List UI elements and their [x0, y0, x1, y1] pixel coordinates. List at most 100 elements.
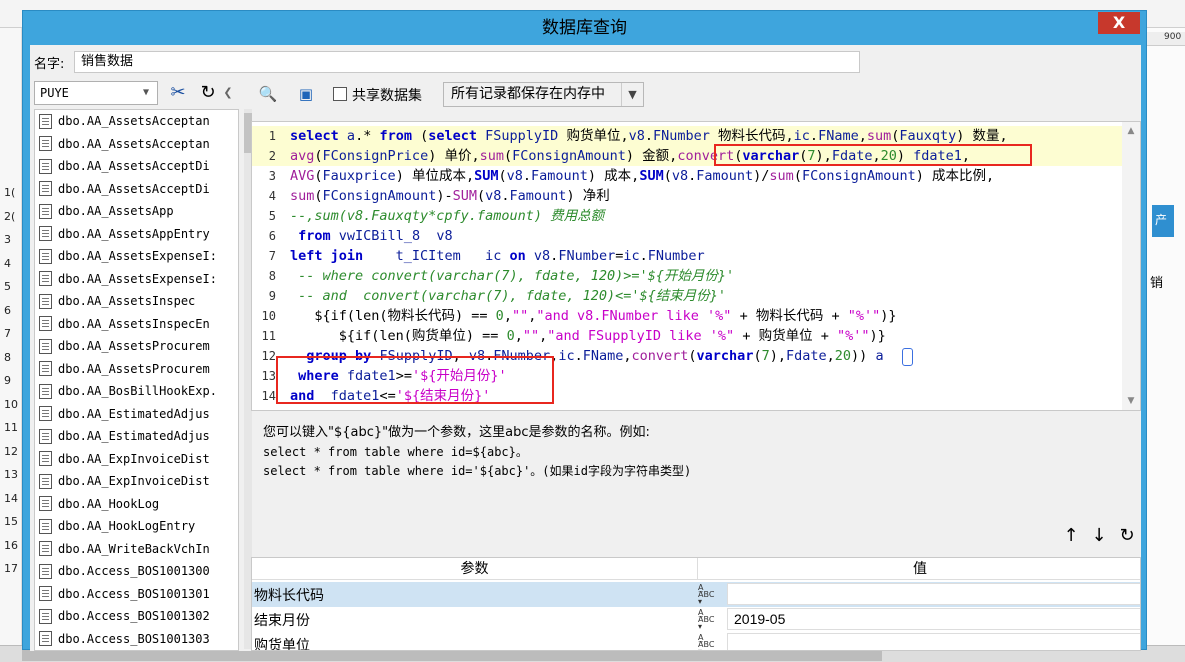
table-list-item[interactable]: dbo.AA_AssetsAppEntry: [35, 223, 238, 246]
memory-mode-value: 所有记录都保存在内存中: [451, 86, 605, 102]
code-line: 3 AVG(Fauxprice) 单位成本,SUM(v8.Famount) 成本,…: [268, 168, 995, 184]
table-list-item[interactable]: dbo.AA_BosBillHookExp.: [35, 380, 238, 403]
row-number: 13: [4, 468, 18, 481]
preview-icon[interactable]: 🔍: [257, 83, 279, 105]
help-example: select * from table where id=${abc}。: [263, 445, 528, 459]
code-line: 10 ${if(len(物料长代码) == 0,"","and v8.FNumb…: [261, 308, 897, 324]
table-name: dbo.AA_HookLogEntry: [58, 519, 196, 534]
table-list-item[interactable]: dbo.AA_AssetsProcurem: [35, 335, 238, 358]
collapse-icon[interactable]: ❮: [222, 81, 234, 105]
text-type-icon[interactable]: A̲ABC▾: [698, 634, 724, 651]
table-list-item[interactable]: dbo.AA_AssetsInspec: [35, 290, 238, 313]
table-list-item[interactable]: dbo.AA_EstimatedAdjus: [35, 425, 238, 448]
table-icon: [39, 518, 52, 534]
table-icon: [39, 631, 52, 647]
table-list-item[interactable]: dbo.Access_BOS1001300: [35, 560, 238, 583]
scroll-up-icon[interactable]: ▲: [1122, 122, 1140, 140]
table-list-item[interactable]: dbo.AA_AssetsExpenseI:: [35, 268, 238, 291]
database-select[interactable]: PUYE ▼: [34, 81, 158, 105]
name-label: 名字:: [34, 57, 65, 72]
value-column-header: 值: [913, 561, 927, 577]
background-ruler: 900: [1146, 32, 1185, 46]
table-list-item[interactable]: dbo.AA_AssetsAcceptan: [35, 110, 238, 133]
parameter-row[interactable]: 物料长代码 A̲ ABC ▾: [252, 582, 1140, 607]
table-icon: [39, 316, 52, 332]
table-icon: [39, 496, 52, 512]
help-text: 您可以键入"${abc}"做为一个参数，这里abc是参数的名称。例如: sele…: [263, 423, 1123, 481]
table-icon: [39, 428, 52, 444]
chevron-down-icon[interactable]: ▼: [621, 83, 643, 106]
database-query-dialog: 数据库查询 X 名字: 销售数据 PUYE ▼ ✂ ↻ ❮ dbo.AA_Ass…: [22, 10, 1147, 651]
table-list-item[interactable]: dbo.AA_AssetsAcceptan: [35, 133, 238, 156]
background-sheet-area: [1146, 28, 1185, 662]
table-icon: [39, 203, 52, 219]
help-example: select * from table where id='${abc}'。(如…: [263, 464, 692, 478]
tools-icon[interactable]: ✂: [166, 81, 190, 105]
table-list-item[interactable]: dbo.AA_ExpInvoiceDist: [35, 448, 238, 471]
table-list-item[interactable]: dbo.AA_AssetsApp: [35, 200, 238, 223]
table-list-item[interactable]: dbo.AA_AssetsAcceptDi: [35, 178, 238, 201]
table-icon: [39, 608, 52, 624]
table-list-item[interactable]: dbo.AA_AssetsExpenseI:: [35, 245, 238, 268]
text-type-icon[interactable]: A̲ABC▾: [698, 609, 724, 631]
table-name: dbo.Access_BOS1001300: [58, 564, 210, 579]
background-side-text: 销: [1150, 276, 1164, 291]
name-input[interactable]: 销售数据: [74, 51, 860, 73]
close-button[interactable]: X: [1098, 12, 1140, 34]
parameter-value-input[interactable]: [727, 583, 1140, 605]
table-list-item[interactable]: dbo.AA_ExpInvoiceDist: [35, 470, 238, 493]
table-name: dbo.AA_AssetsAcceptDi: [58, 159, 210, 174]
arrow-down-icon[interactable]: ↓: [1085, 525, 1113, 546]
table-list-item[interactable]: dbo.Access_BOS1001301: [35, 583, 238, 606]
table-name: dbo.AA_HookLog: [58, 496, 160, 511]
table-name: dbo.AA_WriteBackVchIn: [58, 541, 210, 556]
background-blue-tab[interactable]: 产: [1152, 205, 1174, 237]
chevron-down-icon[interactable]: ▼: [137, 84, 155, 102]
row-number: 4: [4, 256, 11, 270]
table-list[interactable]: dbo.AA_AssetsAcceptan dbo.AA_AssetsAccept…: [34, 109, 239, 651]
parameter-value-input[interactable]: [727, 633, 1140, 650]
dialog-title: 数据库查询: [542, 18, 627, 38]
row-number: 11: [4, 421, 18, 434]
table-icon: [39, 226, 52, 242]
memory-mode-select[interactable]: 所有记录都保存在内存中 ▼: [443, 82, 644, 107]
table-name: dbo.AA_AssetsAcceptan: [58, 114, 210, 129]
parameter-name: 结束月份: [254, 613, 310, 629]
table-list-item[interactable]: dbo.AA_HookLogEntry: [35, 515, 238, 538]
arrow-up-icon[interactable]: ↑: [1057, 525, 1085, 546]
param-order-controls: ↑ ↓ ↻: [1057, 525, 1147, 549]
row-number: 5: [4, 280, 11, 293]
background-row-header: 1(2(3 4 5 6 7 8 9 10 11 12 13 14 15 16 17: [0, 28, 22, 662]
row-number: 1(: [4, 186, 16, 199]
table-icon: [39, 248, 52, 264]
table-name: dbo.AA_AssetsProcurem: [58, 339, 210, 354]
table-list-item[interactable]: dbo.AA_WriteBackVchIn: [35, 538, 238, 561]
sql-editor[interactable]: 1 select a.* from (select FSupplyID 购货单位,…: [251, 121, 1141, 411]
share-dataset-checkbox[interactable]: [333, 87, 347, 101]
table-list-item[interactable]: dbo.AA_AssetsInspecEn: [35, 313, 238, 336]
text-type-icon[interactable]: A̲ABC▾: [698, 584, 724, 606]
table-list-item[interactable]: dbo.AA_AssetsProcurem: [35, 358, 238, 381]
table-list-item[interactable]: dbo.AA_EstimatedAdjus: [35, 403, 238, 426]
refresh-icon[interactable]: ↻: [1113, 525, 1141, 546]
scroll-down-icon[interactable]: ▼: [1122, 392, 1140, 410]
parameter-row[interactable]: 购货单位 A̲ABC▾: [252, 632, 1140, 651]
table-list-item[interactable]: dbo.Access_BOS1001303: [35, 628, 238, 651]
refresh-icon[interactable]: ↻: [196, 81, 220, 105]
row-number: 15: [4, 515, 18, 528]
table-list-item[interactable]: dbo.AA_HookLog: [35, 493, 238, 516]
table-list-item[interactable]: dbo.AA_AssetsAcceptDi: [35, 155, 238, 178]
code-line: 11 ${if(len(购货单位) == 0,"","and FSupplyID…: [261, 328, 886, 344]
parameter-row[interactable]: 结束月份 A̲ ABC ▾ 2019-05: [252, 607, 1140, 632]
name-row: 名字: 销售数据: [30, 49, 1141, 73]
save-icon[interactable]: ▣: [295, 83, 317, 105]
table-icon: [39, 563, 52, 579]
table-list-item[interactable]: dbo.Access_BOS1001302: [35, 605, 238, 628]
code-line: 1 select a.* from (select FSupplyID 购货单位,…: [252, 126, 1122, 146]
table-name: dbo.AA_BosBillHookExp.: [58, 384, 217, 399]
table-icon: [39, 158, 52, 174]
editor-scrollbar[interactable]: ▲ ▼: [1122, 122, 1140, 410]
parameter-value-input[interactable]: 2019-05: [727, 608, 1140, 630]
query-panel: 🔍 ▣ 共享数据集 所有记录都保存在内存中 ▼ 1 select a.* from…: [251, 81, 1141, 651]
table-name: dbo.AA_ExpInvoiceDist: [58, 474, 210, 489]
